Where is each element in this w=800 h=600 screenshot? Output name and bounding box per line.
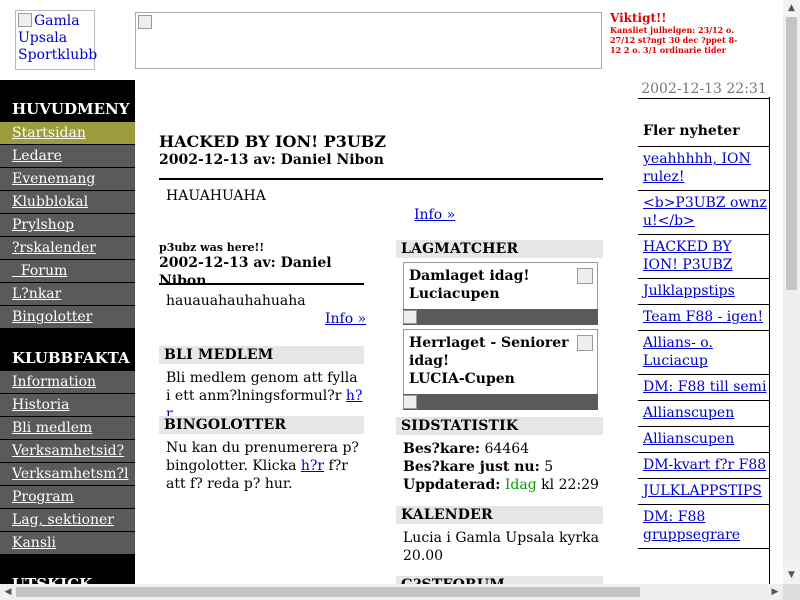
- menu-item[interactable]: Verksamhetsid?: [0, 440, 135, 462]
- bingo-heading: BINGOLOTTER: [159, 416, 364, 434]
- post-info-link[interactable]: Info »: [414, 207, 455, 223]
- post-byline: 2002-12-13 av: Daniel Nibon: [159, 152, 384, 168]
- post-body: HAUAHUAHA: [166, 188, 266, 204]
- calendar-heading: KALENDER: [396, 506, 603, 524]
- menu-item[interactable]: Prylshop: [0, 214, 135, 236]
- scroll-down-icon[interactable]: ▼: [783, 567, 800, 584]
- bingo-box: BINGOLOTTER Nu kan du prenumerera p? bin…: [159, 416, 364, 493]
- post-info-link[interactable]: Info »: [325, 311, 366, 327]
- menu-item[interactable]: Klubblokal: [0, 191, 135, 213]
- more-news-link[interactable]: JULKLAPPSTIPS: [638, 479, 770, 505]
- facts-menu-heading: KLUBBFAKTA: [12, 349, 130, 367]
- more-news-link[interactable]: DM: F88 till semi: [638, 375, 770, 401]
- more-news-link[interactable]: Allianscupen: [638, 427, 770, 453]
- post-body: hauauahauhahuaha: [166, 293, 306, 309]
- current-datetime: 2002-12-13 22:31: [638, 80, 770, 99]
- join-text: Bli medlem genom att fylla i ett anm?lni…: [166, 370, 363, 422]
- visitors-row: Bes?kare: 64464: [403, 441, 530, 457]
- menu-item[interactable]: ?rskalender: [0, 237, 135, 259]
- more-news-link[interactable]: DM-kvart f?r F88: [638, 453, 770, 479]
- join-heading: BLI MEDLEM: [159, 346, 364, 364]
- menu-item[interactable]: Historia: [0, 394, 135, 416]
- join-box: BLI MEDLEM Bli medlem genom att fylla i …: [159, 346, 364, 423]
- menu-item[interactable]: Startsidan: [0, 122, 135, 144]
- notice-title: Viktigt!!: [610, 11, 667, 25]
- post-title: HACKED BY ION! P3UBZ: [159, 132, 387, 151]
- more-news-link[interactable]: yeahhhhh, ION rulez!: [638, 147, 770, 191]
- match-event: Luciacupen: [409, 286, 500, 302]
- site-stats-heading: SIDSTATISTIK: [396, 417, 603, 435]
- menu-item[interactable]: Information: [0, 371, 135, 393]
- team-matches-box: LAGMATCHER Damlaget idag! Luciacupen Herr…: [396, 240, 603, 410]
- divider: [159, 283, 364, 285]
- menu-item[interactable]: Forum: [0, 260, 135, 282]
- site-stats-box: SIDSTATISTIK Bes?kare: 64464 Bes?kare ju…: [396, 417, 603, 494]
- more-news-link[interactable]: Allianscupen: [638, 401, 770, 427]
- menu-item[interactable]: Bli medlem: [0, 417, 135, 439]
- bingo-here-link[interactable]: h?r: [301, 458, 324, 474]
- broken-image-icon: [18, 13, 32, 27]
- more-news-link[interactable]: DM: F88 gruppsegrare: [638, 505, 770, 549]
- team-matches-heading: LAGMATCHER: [396, 240, 603, 258]
- menu-item[interactable]: Ledare: [0, 145, 135, 167]
- calendar-box: KALENDER Lucia i Gamla Upsala kyrka 20.0…: [396, 506, 603, 565]
- menu-item[interactable]: Verksamhetsm?l: [0, 463, 135, 485]
- match-item[interactable]: Herrlaget - Seniorer idag! LUCIA-Cupen: [403, 329, 598, 394]
- menu-item[interactable]: Program: [0, 486, 135, 508]
- match-title: Damlaget idag!: [409, 268, 530, 284]
- visitors-now-row: Bes?kare just nu: 5: [403, 459, 554, 475]
- scrollbar-corner: [783, 584, 800, 600]
- updated-row: Uppdaterad: Idag kl 22:29: [403, 477, 599, 493]
- left-menu: HUVUDMENY Startsidan Ledare Evenemang Klubb…: [0, 80, 135, 600]
- banner-image[interactable]: [135, 12, 602, 69]
- match-event: LUCIA-Cupen: [409, 371, 515, 387]
- scroll-left-icon[interactable]: ◀: [0, 584, 16, 600]
- divider: [769, 97, 770, 587]
- menu-item[interactable]: Kansli: [0, 532, 135, 554]
- scroll-thumb[interactable]: [786, 17, 797, 290]
- match-bar: [403, 309, 598, 325]
- news-post-1: HACKED BY ION! P3UBZ 2002-12-13 av: Dani…: [159, 133, 604, 169]
- match-title: Herrlaget - Seniorer idag!: [409, 335, 569, 369]
- more-news-link[interactable]: Allians- o. Luciacup: [638, 331, 770, 375]
- menu-item[interactable]: Evenemang: [0, 168, 135, 190]
- team-image-icon: [577, 335, 593, 351]
- notice-text: Kansliet julhelgen: 23/12 o. 27/12 st?ng…: [610, 25, 738, 55]
- match-item[interactable]: Damlaget idag! Luciacupen: [403, 262, 598, 309]
- divider: [159, 178, 603, 180]
- more-news-list: yeahhhhh, ION rulez! <b>P3UBZ ownz u!</b>…: [638, 147, 770, 549]
- calendar-text: Lucia i Gamla Upsala kyrka 20.00: [403, 530, 599, 564]
- menu-item[interactable]: Lag, sektioner: [0, 509, 135, 531]
- scroll-up-icon[interactable]: ▲: [783, 0, 800, 17]
- broken-image-icon: [138, 15, 152, 29]
- more-news-heading: Fler nyheter: [638, 118, 770, 147]
- more-news-link[interactable]: HACKED BY ION! P3UBZ: [638, 235, 770, 279]
- more-news-link[interactable]: Julklappstips: [638, 279, 770, 305]
- more-news-link[interactable]: Team F88 - igen!: [638, 305, 770, 331]
- team-image-icon: [577, 268, 593, 284]
- horizontal-scrollbar[interactable]: ◀ ▶: [0, 584, 783, 600]
- broken-image-icon: [403, 310, 417, 324]
- scroll-right-icon[interactable]: ▶: [767, 584, 783, 600]
- scroll-thumb[interactable]: [16, 587, 640, 597]
- important-notice: Viktigt!! Kansliet julhelgen: 23/12 o. 2…: [610, 11, 745, 55]
- vertical-scrollbar[interactable]: ▲ ▼: [783, 0, 800, 584]
- broken-image-icon: [403, 395, 417, 409]
- club-logo[interactable]: Gamla Upsala Sportklubb: [15, 10, 97, 70]
- menu-item[interactable]: L?nkar: [0, 283, 135, 305]
- menu-item[interactable]: Bingolotter: [0, 306, 135, 328]
- bingo-text: Nu kan du prenumerera p? bingolotter. Kl…: [166, 440, 359, 492]
- match-bar: [403, 394, 598, 410]
- main-menu-heading: HUVUDMENY: [12, 100, 130, 118]
- post-title: p3ubz was here!!: [159, 241, 265, 254]
- more-news-link[interactable]: <b>P3UBZ ownz u!</b>: [638, 191, 770, 235]
